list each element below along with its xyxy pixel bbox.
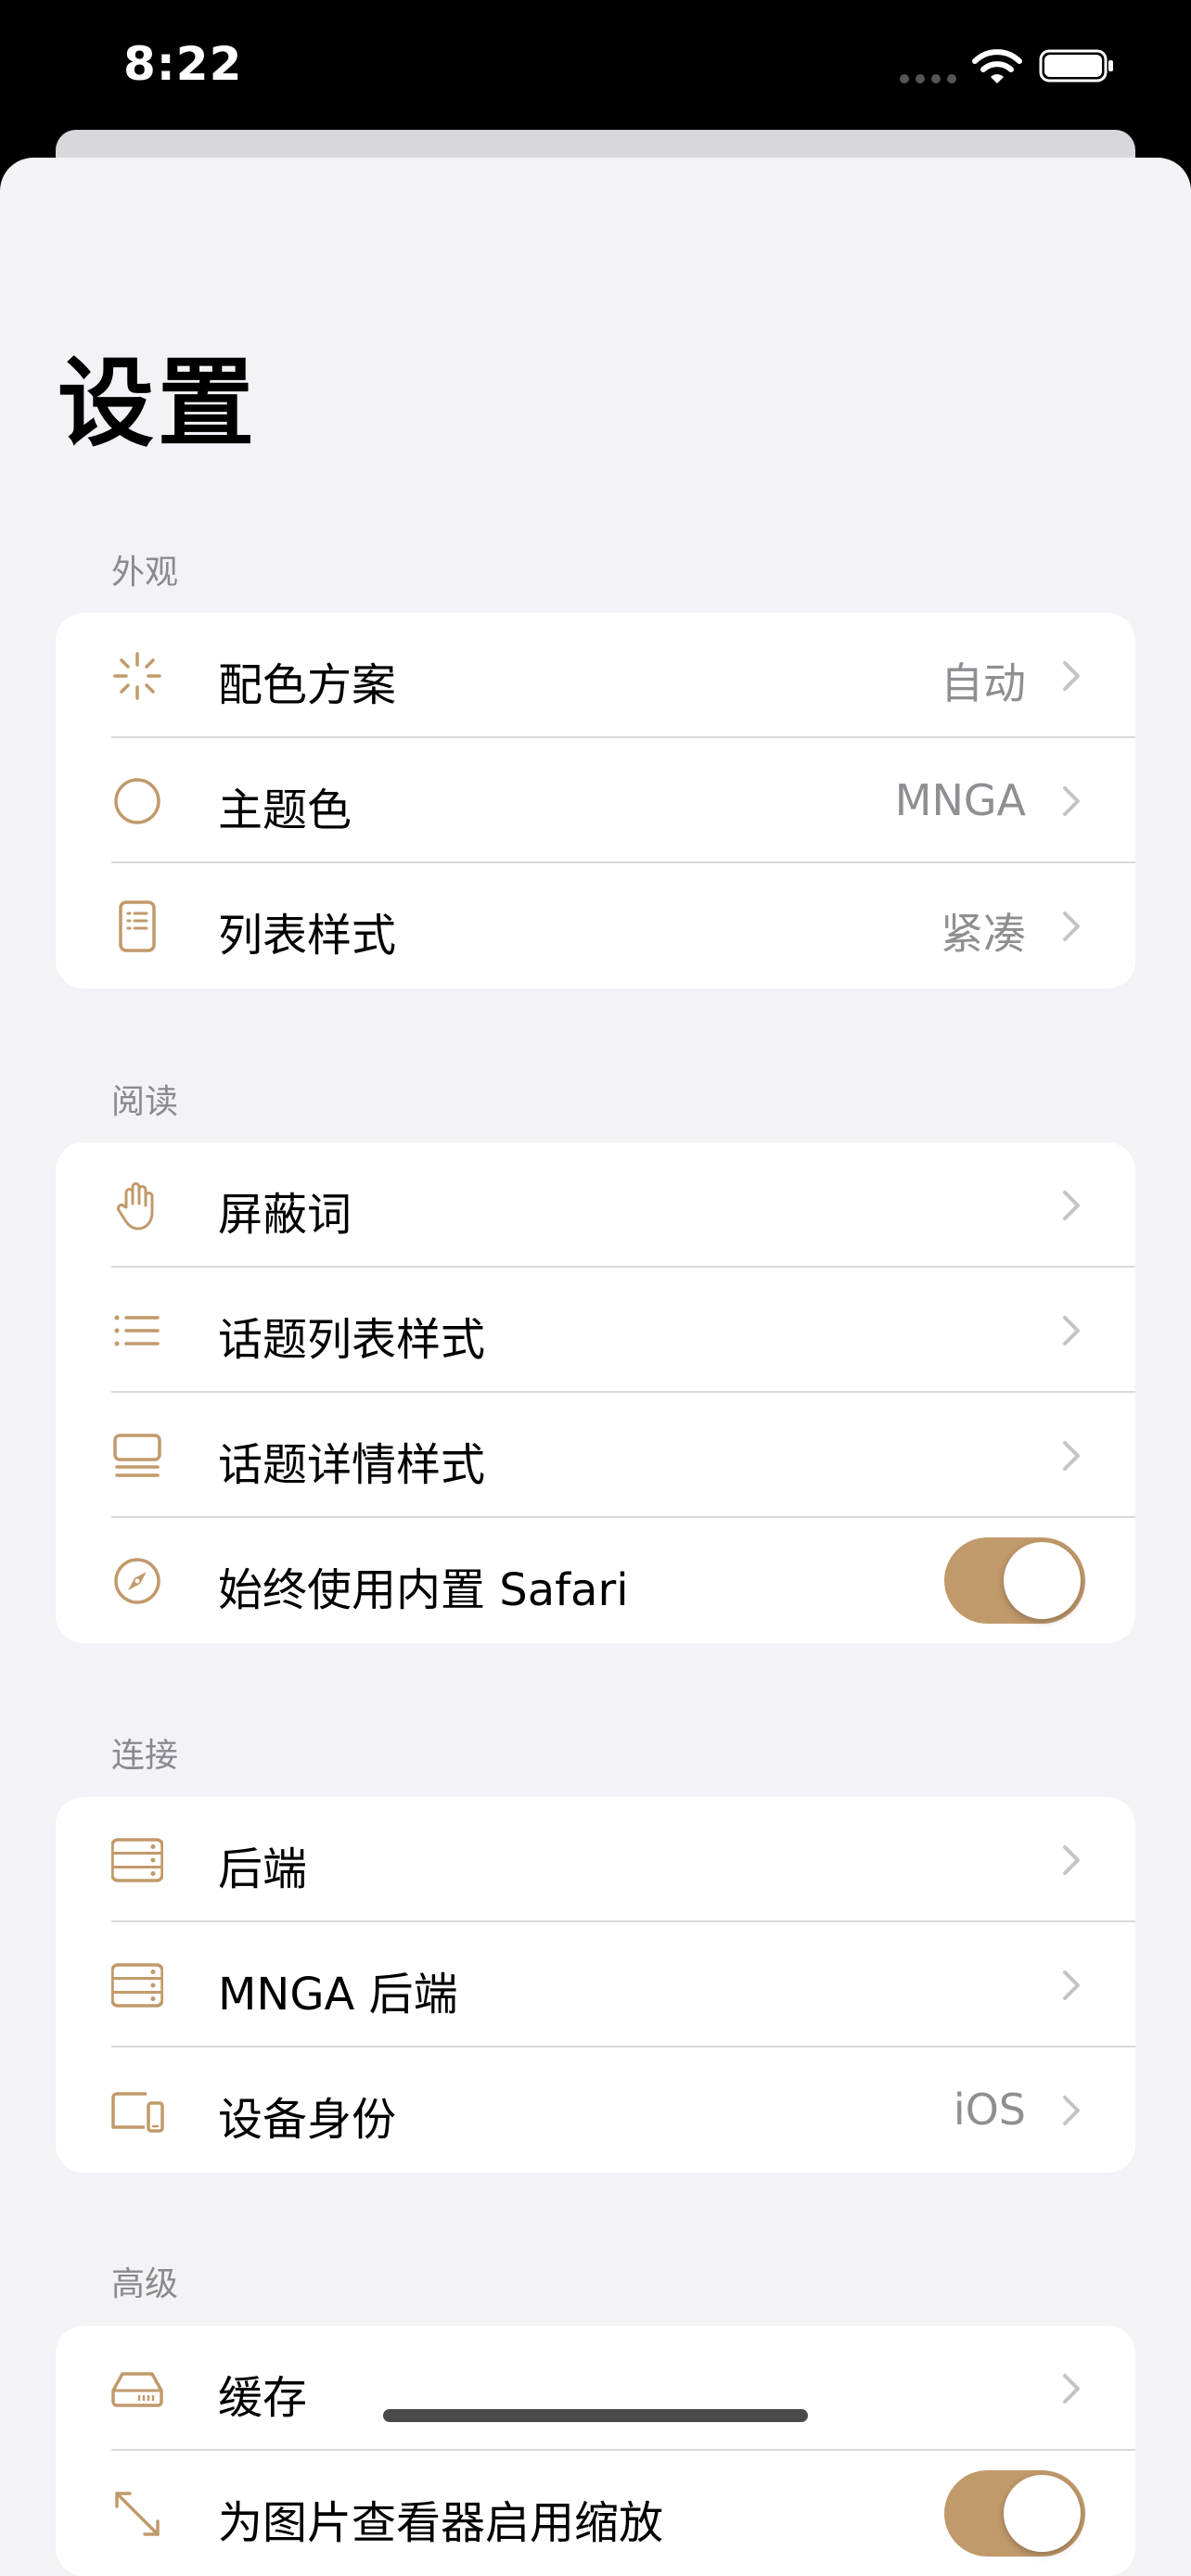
text-below-photo-icon <box>113 1434 161 1477</box>
row-label: 配色方案 <box>218 659 397 711</box>
server-rack-icon <box>111 1963 163 2008</box>
row-label: 主题色 <box>218 784 352 836</box>
laptop-phone-icon <box>111 2092 164 2133</box>
hand-raised-icon <box>116 1182 154 1231</box>
appearance-group: 配色方案 自动 主题色 MNGA 列表样式 紧凑 <box>56 613 1135 988</box>
row-value: 紧凑 <box>941 909 1026 959</box>
row-cache[interactable]: 缓存 <box>56 2326 1135 2451</box>
server-rack-icon <box>111 1838 163 1882</box>
row-backend[interactable]: 后端 <box>56 1797 1135 1922</box>
row-label: 后端 <box>218 1843 308 1895</box>
row-image-zoom: 为图片查看器启用缩放 <box>56 2451 1135 2576</box>
row-value: MNGA <box>894 775 1026 825</box>
safari-toggle[interactable] <box>944 1537 1085 1624</box>
chevron-right-icon <box>1063 1191 1080 1220</box>
row-label: 列表样式 <box>218 910 397 962</box>
expand-arrows-icon <box>115 2492 160 2536</box>
row-topic-list-style[interactable]: 话题列表样式 <box>56 1268 1135 1393</box>
reading-group: 屏蔽词 话题列表样式 话题详情样式 始终使用内置 Safari <box>56 1142 1135 1643</box>
row-label: 为图片查看器启用缩放 <box>218 2497 664 2549</box>
row-label: 缓存 <box>218 2372 308 2424</box>
row-label: 话题详情样式 <box>218 1439 486 1491</box>
chevron-right-icon <box>1063 912 1080 941</box>
row-always-builtin-safari: 始终使用内置 Safari <box>56 1518 1135 1643</box>
row-label: 设备身份 <box>218 2094 397 2146</box>
toggle-knob <box>1004 1542 1081 1619</box>
settings-sheet: 设置 外观 配色方案 自动 主题色 MNGA 列表样式 紧凑 阅读 屏蔽词 话题… <box>0 158 1191 2576</box>
section-header-reading: 阅读 <box>111 1083 179 1121</box>
toggle-knob <box>1004 2475 1081 2552</box>
row-label: 屏蔽词 <box>218 1189 352 1241</box>
page-title: 设置 <box>58 347 259 460</box>
internal-drive-icon <box>111 2372 163 2407</box>
chevron-right-icon <box>1063 661 1080 691</box>
chevron-right-icon <box>1063 1441 1080 1471</box>
circle-icon <box>114 778 160 824</box>
status-bar: 8:22 <box>0 0 1191 130</box>
chevron-right-icon <box>1063 1316 1080 1345</box>
battery-icon <box>1039 49 1113 83</box>
safari-compass-icon <box>114 1558 160 1604</box>
row-value: 自动 <box>941 658 1026 708</box>
sparkle-icon <box>113 652 161 700</box>
chevron-right-icon <box>1063 1970 1080 2000</box>
wifi-icon <box>972 49 1022 83</box>
list-bullet-icon <box>114 1315 160 1346</box>
row-device-identity[interactable]: 设备身份 iOS <box>56 2047 1135 2173</box>
chevron-right-icon <box>1063 2096 1080 2125</box>
row-topic-detail-style[interactable]: 话题详情样式 <box>56 1393 1135 1518</box>
section-header-appearance: 外观 <box>111 554 179 592</box>
chevron-right-icon <box>1063 1845 1080 1875</box>
home-indicator[interactable] <box>383 2409 808 2422</box>
cellular-signal-icon <box>900 74 957 83</box>
section-header-advanced: 高级 <box>111 2265 179 2303</box>
image-zoom-toggle[interactable] <box>944 2470 1085 2557</box>
row-label: MNGA 后端 <box>218 1969 458 2021</box>
section-header-connection: 连接 <box>111 1737 179 1775</box>
row-label: 始终使用内置 Safari <box>218 1564 629 1616</box>
connection-group: 后端 MNGA 后端 设备身份 iOS <box>56 1797 1135 2173</box>
row-label: 话题列表样式 <box>218 1314 486 1366</box>
row-color-scheme[interactable]: 配色方案 自动 <box>56 613 1135 738</box>
row-list-style[interactable]: 列表样式 紧凑 <box>56 863 1135 988</box>
chevron-right-icon <box>1063 786 1080 816</box>
row-theme-color[interactable]: 主题色 MNGA <box>56 738 1135 863</box>
status-time: 8:22 <box>123 37 243 91</box>
row-value: iOS <box>953 2085 1026 2135</box>
row-mnga-backend[interactable]: MNGA 后端 <box>56 1922 1135 2047</box>
advanced-group: 缓存 为图片查看器启用缩放 <box>56 2326 1135 2576</box>
chevron-right-icon <box>1063 2374 1080 2404</box>
row-block-words[interactable]: 屏蔽词 <box>56 1142 1135 1268</box>
document-list-icon <box>119 900 156 952</box>
